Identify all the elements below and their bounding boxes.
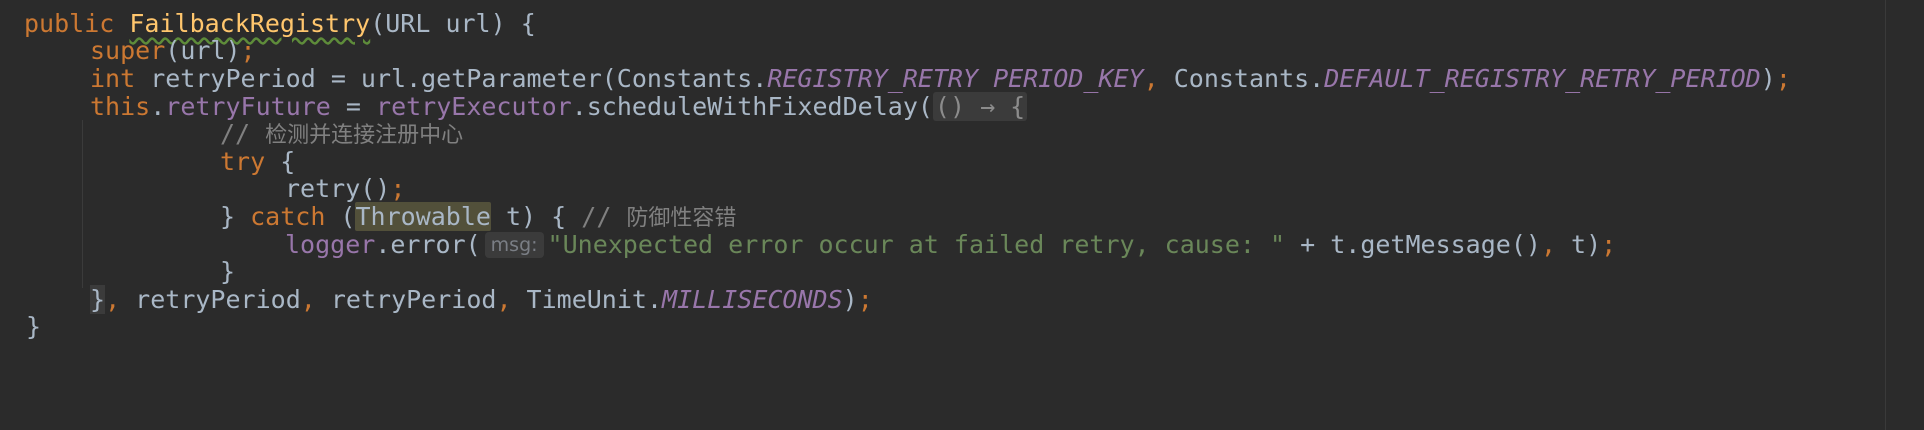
semicolon: ; [1601, 230, 1617, 259]
indent-guide [82, 120, 83, 288]
code-text: ( [325, 202, 356, 231]
code-text: .error( [375, 230, 481, 259]
comma: , [1143, 64, 1159, 93]
code-line-9[interactable]: logger.error(msg: "Unexpected error occur… [285, 228, 1616, 262]
semicolon: ; [390, 174, 406, 203]
method-params: (URL url) { [370, 9, 536, 38]
code-text: + t.getMessage() [1285, 230, 1541, 259]
field-logger: logger [285, 230, 376, 259]
code-text: t) [1556, 230, 1602, 259]
code-text: . [150, 92, 166, 121]
comma: , [300, 285, 316, 314]
keyword-this: this [90, 92, 151, 121]
keyword-try: try [220, 147, 266, 176]
code-text: Constants. [1158, 64, 1325, 93]
comment-prefix: // [220, 119, 266, 148]
lambda-closing-brace: } [90, 285, 106, 314]
code-line-6[interactable]: try { [220, 145, 295, 179]
type-throwable: Throwable [355, 202, 491, 231]
comma: , [496, 285, 512, 314]
constant-default-registry-retry-period: DEFAULT_REGISTRY_RETRY_PERIOD [1324, 64, 1761, 93]
code-text: ) [842, 285, 858, 314]
code-text: } [220, 202, 251, 231]
code-text: retryPeriod = url.getParameter(Constants… [135, 64, 768, 93]
code-text: TimeUnit. [511, 285, 663, 314]
keyword-int: int [90, 64, 136, 93]
code-text: t) { [490, 202, 582, 231]
constant-registry-retry-period-key: REGISTRY_RETRY_PERIOD_KEY [767, 64, 1144, 93]
super-args: (url) [165, 36, 241, 65]
code-editor[interactable]: public FailbackRegistry(URL url) { super… [0, 0, 1924, 430]
semicolon: ; [1775, 64, 1791, 93]
closing-brace: } [26, 312, 42, 341]
code-line-12[interactable]: } [26, 310, 41, 344]
code-text: retry() [285, 174, 391, 203]
lambda-fold-hint[interactable]: () → { [932, 92, 1028, 121]
code-text: retryPeriod [315, 285, 497, 314]
code-text: retryPeriod [120, 285, 301, 314]
comment-prefix: // [581, 202, 627, 231]
keyword-catch: catch [250, 202, 326, 231]
semicolon: ; [240, 36, 256, 65]
keyword-super: super [90, 36, 166, 65]
right-margin-guide [1885, 0, 1886, 430]
code-line-11[interactable]: }, retryPeriod, retryPeriod, TimeUnit.MI… [90, 283, 873, 317]
string-literal: "Unexpected error occur at failed retry,… [547, 230, 1286, 259]
constant-milliseconds: MILLISECONDS [662, 285, 843, 314]
comma: , [1540, 230, 1556, 259]
closing-brace: } [220, 257, 236, 286]
parameter-hint: msg: [484, 232, 544, 258]
comma: , [105, 285, 121, 314]
code-text: ) [1760, 64, 1776, 93]
code-text: .scheduleWithFixedDelay( [571, 92, 933, 121]
semicolon: ; [857, 285, 873, 314]
